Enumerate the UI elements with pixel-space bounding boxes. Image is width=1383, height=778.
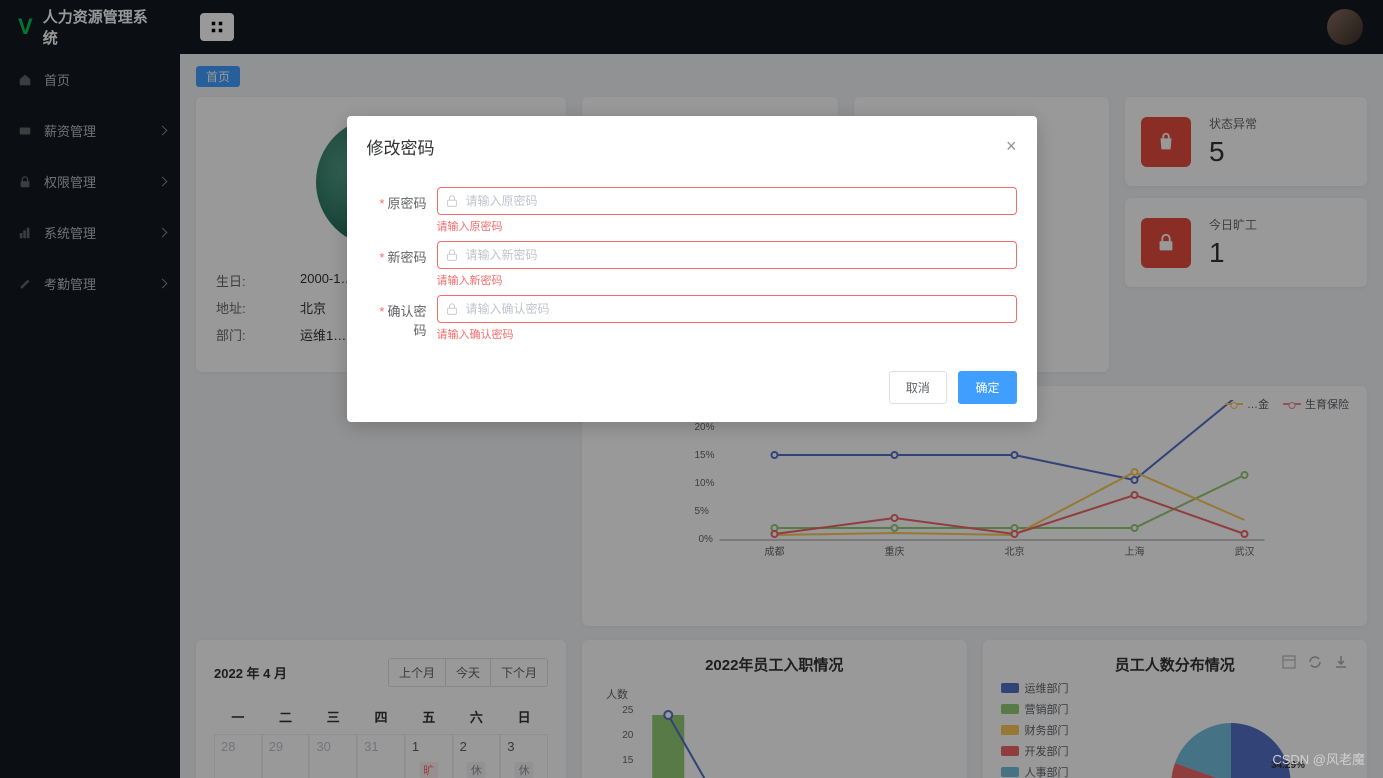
modal-close-button[interactable]: ×: [1006, 136, 1017, 157]
lock-icon: [445, 302, 459, 316]
lock-icon: [445, 194, 459, 208]
new-password-input[interactable]: [437, 241, 1017, 269]
error-message: 请输入新密码: [437, 272, 1017, 288]
confirm-password-input[interactable]: [437, 295, 1017, 323]
error-message: 请输入原密码: [437, 218, 1017, 234]
cancel-button[interactable]: 取消: [889, 371, 947, 404]
change-password-modal: 修改密码 × *原密码 请输入原密码 *新密码: [347, 116, 1037, 422]
modal-title: 修改密码: [367, 134, 435, 159]
old-password-input[interactable]: [437, 187, 1017, 215]
confirm-button[interactable]: 确定: [958, 371, 1016, 404]
error-message: 请输入确认密码: [437, 326, 1017, 342]
watermark: CSDN @风老魔: [1272, 749, 1365, 768]
lock-icon: [445, 248, 459, 262]
modal-mask[interactable]: 修改密码 × *原密码 请输入原密码 *新密码: [0, 0, 1383, 778]
